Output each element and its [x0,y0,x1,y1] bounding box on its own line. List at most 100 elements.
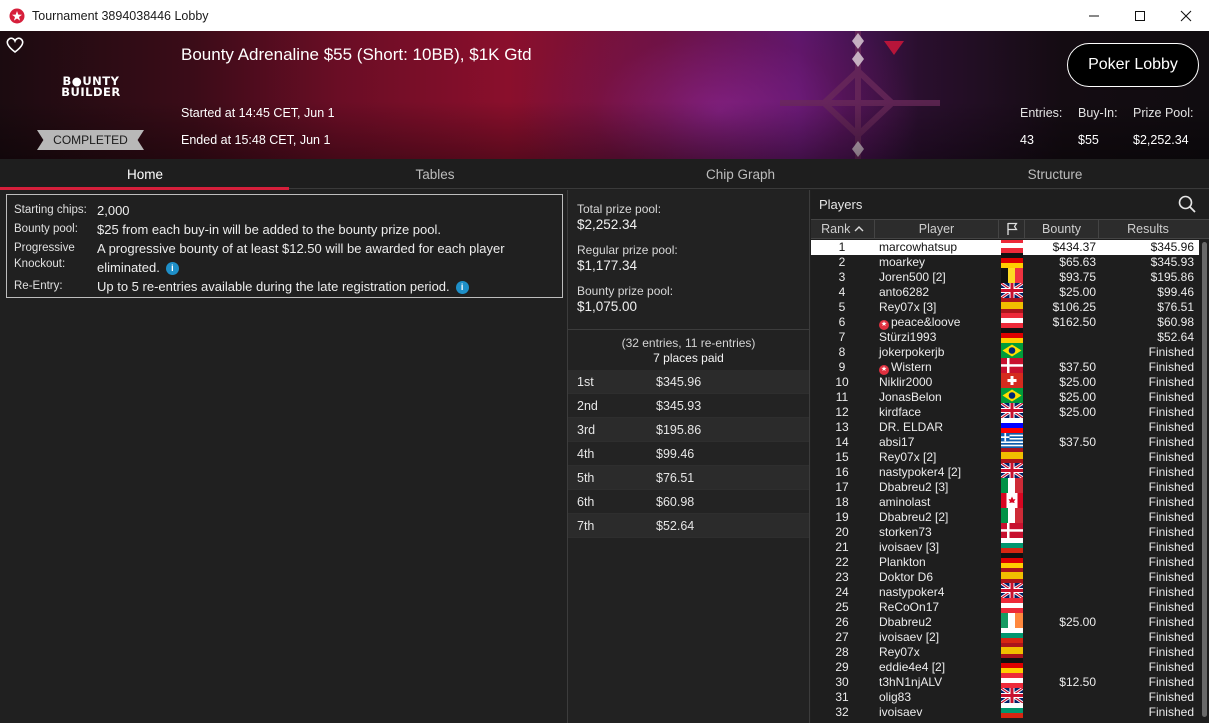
maximize-button[interactable] [1117,0,1163,31]
player-bounty [1025,480,1099,495]
player-rank: 11 [835,390,849,404]
payout-amount: $195.86 [656,422,702,437]
tab-chip-graph[interactable]: Chip Graph [580,159,901,189]
logo-line-2: BUILDER [61,85,121,99]
player-rank: 18 [835,495,849,509]
players-panel: Players Rank Player Bounty Results 1 marc… [811,190,1209,723]
tab-tables[interactable]: Tables [290,159,580,189]
player-result: Finished [1148,495,1194,509]
player-result: Finished [1148,345,1194,359]
bounty-column-header[interactable]: Bounty [1025,220,1099,238]
player-column-header[interactable]: Player [875,220,999,238]
player-rank: 2 [838,255,846,269]
knockout-label: Progressive Knockout: [14,242,75,270]
player-bounty: $37.50 [1059,360,1096,374]
poker-lobby-button[interactable]: Poker Lobby [1067,43,1199,87]
player-name: moarkey [879,255,926,269]
player-name: marcowhatsup [879,240,958,254]
player-result: $345.96 [1150,240,1194,254]
player-name: anto6282 [879,285,930,299]
player-bounty: $25.00 [1059,285,1096,299]
player-result: Finished [1148,405,1194,419]
player-row[interactable]: 32 ivoisaev Finished [811,703,1199,720]
players-column-header: Rank Player Bounty Results [811,219,1209,239]
players-scrollbar[interactable] [1202,242,1207,717]
prize-panel: Total prize pool: $2,252.34 Regular priz… [567,190,810,723]
entries-label: Entries: [1020,106,1063,120]
places-paid: 7 places paid [653,351,724,365]
end-time: Ended at 15:48 CET, Jun 1 [181,133,331,147]
player-bounty: $12.50 [1059,675,1096,689]
player-result: Finished [1148,525,1194,539]
payout-place: 1st [577,374,594,389]
player-bounty [1025,555,1099,570]
info-icon[interactable]: i [165,262,179,276]
prizepool-value: $2,252.34 [1133,133,1189,147]
minimize-button[interactable] [1071,0,1117,31]
reentry-label: Re-Entry: [14,280,63,292]
player-name: eddie4e4 [2] [879,660,946,674]
player-name: Plankton [879,555,926,569]
player-result: Finished [1148,600,1194,614]
player-result: Finished [1148,390,1194,404]
player-name: nastypoker4 [879,585,945,599]
player-rank: 26 [835,615,849,629]
bounty-prize-value: $1,075.00 [577,299,638,314]
minimize-icon [1089,15,1099,16]
payout-place: 4th [577,446,595,461]
favorite-heart-icon[interactable] [5,36,25,54]
home-panel: Starting chips: 2,000 Bounty pool: $25 f… [0,190,567,723]
player-rank: 9 [838,360,846,374]
player-name: Joren500 [2] [879,270,946,284]
pokerstars-star-icon: ★ [879,320,889,330]
tournament-title: Bounty Adrenaline $55 (Short: 10BB), $1K… [181,45,532,64]
payout-place: 5th [577,470,595,485]
tab-home[interactable]: Home [0,159,290,190]
player-result: Finished [1148,540,1194,554]
total-prize-value: $2,252.34 [577,217,638,232]
player-result: $345.93 [1150,255,1194,269]
entries-value: 43 [1020,133,1034,147]
entries-line: (32 entries, 11 re-entries) [621,336,756,350]
player-rank: 6 [838,315,846,329]
player-bounty [1025,540,1099,555]
flag-icon [1006,222,1018,235]
player-rank: 5 [838,300,846,314]
player-name: Niklir2000 [879,375,933,389]
payout-row: 1st $345.96 [568,370,809,394]
close-button[interactable] [1163,0,1209,31]
tab-structure[interactable]: Structure [901,159,1209,189]
player-result: $99.46 [1157,285,1194,299]
payout-row: 7th $52.64 [568,514,809,538]
player-result: Finished [1148,705,1194,719]
player-name: Stürzi1993 [879,330,937,344]
player-rank: 15 [835,450,849,464]
player-rank: 16 [835,465,849,479]
player-name: ivoisaev [2] [879,630,940,644]
player-name: aminolast [879,495,931,509]
player-bounty: $25.00 [1059,390,1096,404]
status-badge: COMPLETED [37,130,144,150]
player-rank: 31 [835,690,849,704]
payout-amount: $60.98 [656,494,695,509]
player-name: Wistern [891,360,932,374]
player-result: Finished [1148,690,1194,704]
search-icon[interactable] [1177,194,1197,214]
payout-row: 2nd $345.93 [568,394,809,418]
player-name: t3hN1njALV [879,675,943,689]
country-column-header[interactable] [999,220,1025,238]
info-icon[interactable]: i [455,281,469,295]
rank-column-header[interactable]: Rank [811,220,875,238]
player-name: jokerpokerjb [879,345,945,359]
player-rank: 7 [838,330,846,344]
window-titlebar: Tournament 3894038446 Lobby [0,0,1209,31]
total-prize-label: Total prize pool: [577,202,662,216]
player-rank: 8 [838,345,846,359]
player-bounty: $37.50 [1059,435,1096,449]
results-column-header[interactable]: Results [1099,220,1197,238]
player-bounty: $25.00 [1059,615,1096,629]
player-rank: 22 [835,555,849,569]
player-name: Rey07x [3] [879,300,937,314]
player-result: Finished [1148,555,1194,569]
player-name: ivoisaev [879,705,923,719]
